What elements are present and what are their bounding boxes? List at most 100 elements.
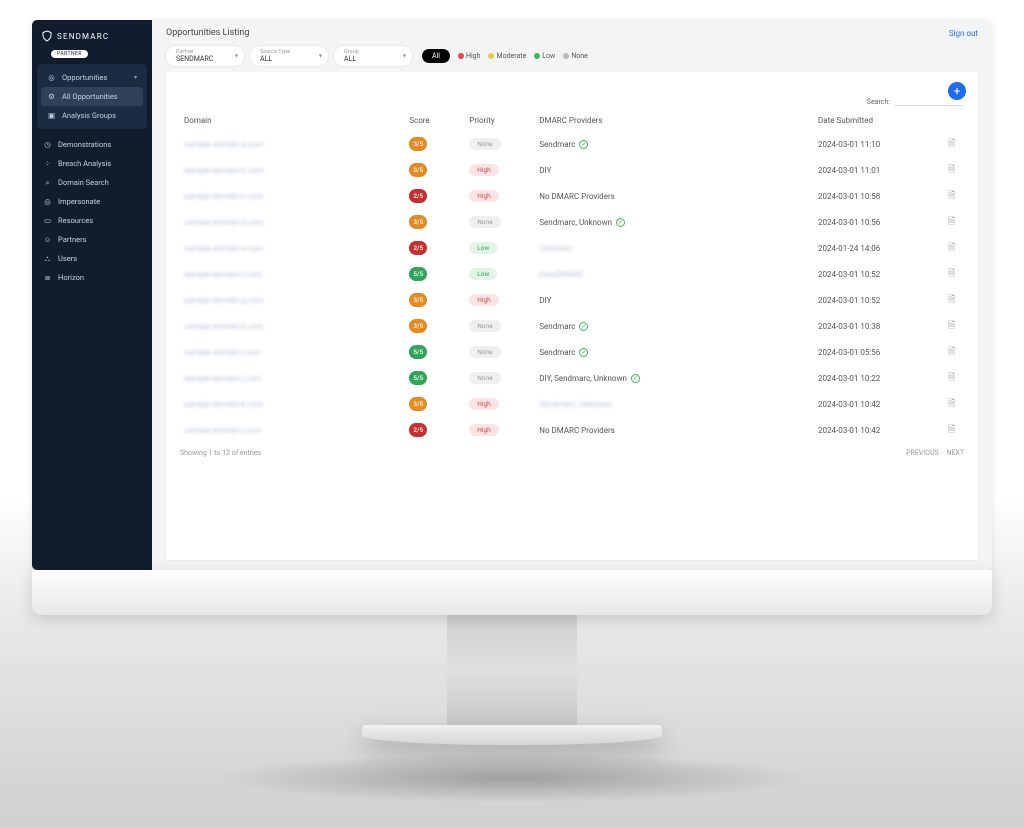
brand-name: SENDMARC	[57, 32, 109, 41]
provider-text: Sendmarc ✓	[539, 322, 588, 331]
filter-chip-high[interactable]: High	[458, 52, 480, 60]
document-icon[interactable]: 🗎	[944, 391, 964, 417]
provider-text: DIY, Sendmarc, Unknown ✓	[539, 374, 640, 383]
add-button[interactable]: +	[948, 82, 966, 100]
col-domain[interactable]: Domain	[180, 110, 405, 131]
date-cell: 2024-03-01 10:58	[814, 183, 944, 209]
chevron-down-icon: ▾	[134, 74, 137, 81]
nav-item-resources[interactable]: ▭Resources	[37, 211, 147, 230]
document-icon[interactable]: 🗎	[944, 209, 964, 235]
table-row[interactable]: sample-domain-g.com3/5HighDIY2024-03-01 …	[180, 287, 964, 313]
table-row[interactable]: sample-domain-f.com5/5LowEasyDMARC2024-0…	[180, 261, 964, 287]
document-icon[interactable]: 🗎	[944, 183, 964, 209]
filter-chip-all[interactable]: All	[422, 49, 450, 63]
smile-icon: ☺	[43, 235, 52, 244]
col-priority[interactable]: Priority	[465, 110, 535, 131]
nav-item-horizon[interactable]: ≣Horizon	[37, 268, 147, 287]
provider-text: Sendmarc ✓	[539, 140, 588, 149]
priority-badge: None	[469, 320, 500, 332]
priority-chips: All High Moderate Low None	[422, 49, 588, 63]
date-cell: 2024-03-01 10:56	[814, 209, 944, 235]
priority-badge: None	[469, 138, 500, 150]
monitor-shadow	[212, 753, 812, 803]
table-row[interactable]: sample-domain-a.com3/5NoneSendmarc ✓2024…	[180, 131, 964, 157]
filter-chip-none[interactable]: None	[563, 52, 588, 60]
document-icon[interactable]: 🗎	[944, 417, 964, 443]
document-icon[interactable]: 🗎	[944, 157, 964, 183]
source-type-dropdown[interactable]: Source Type ALL ▾	[250, 46, 328, 66]
table-row[interactable]: sample-domain-k.com3/5HighSendmarc, Unkn…	[180, 391, 964, 417]
table-row[interactable]: sample-domain-c.com2/5HighNo DMARC Provi…	[180, 183, 964, 209]
table-row[interactable]: sample-domain-e.com2/5LowUnknown2024-01-…	[180, 235, 964, 261]
dot-icon	[458, 53, 464, 59]
nav-label: Partners	[58, 235, 86, 244]
document-icon[interactable]: 🗎	[944, 287, 964, 313]
nav-item-analysis-groups[interactable]: ▣ Analysis Groups	[41, 106, 143, 125]
check-icon: ✓	[579, 322, 588, 331]
nav-item-users[interactable]: ⛬ Users	[37, 249, 147, 268]
table-row[interactable]: sample-domain-b.com3/5HighDIY2024-03-01 …	[180, 157, 964, 183]
score-badge: 5/5	[409, 371, 427, 385]
nav-item-demonstrations[interactable]: ◷Demonstrations	[37, 135, 147, 154]
prev-link[interactable]: PREVIOUS	[906, 449, 939, 457]
table-row[interactable]: sample-domain-j.com5/5NoneDIY, Sendmarc,…	[180, 365, 964, 391]
nav-item-domain-search[interactable]: ⌕Domain Search	[37, 173, 147, 192]
brand-badge: PARTNER	[51, 50, 88, 58]
nav-item-breach-analysis[interactable]: ⁘Breach Analysis	[37, 154, 147, 173]
table-row[interactable]: sample-domain-h.com3/5NoneSendmarc ✓2024…	[180, 313, 964, 339]
nav-item-partners[interactable]: ☺ Partners	[37, 230, 147, 249]
provider-text: DIY	[539, 296, 551, 305]
users-icon: ⛬	[43, 254, 52, 263]
search-wrap: Search:	[180, 98, 964, 106]
nav-label: Users	[58, 254, 77, 263]
filter-chip-moderate[interactable]: Moderate	[488, 52, 526, 60]
table-row[interactable]: sample-domain-i.com5/5NoneSendmarc ✓2024…	[180, 339, 964, 365]
col-date[interactable]: Date Submitted	[814, 110, 944, 131]
provider-blur: Sendmarc, Unknown	[539, 400, 612, 409]
monitor-frame: SENDMARC PARTNER ◎ Opportunities ▾ ⚙ All…	[32, 20, 992, 827]
partner-dropdown[interactable]: Partner SENDMARC ▾	[166, 46, 244, 66]
document-icon[interactable]: 🗎	[944, 235, 964, 261]
group-dropdown[interactable]: Group ALL ▾	[334, 46, 412, 66]
table-row[interactable]: sample-domain-l.com2/5HighNo DMARC Provi…	[180, 417, 964, 443]
target-icon: ◎	[43, 197, 52, 206]
main: Opportunities Listing Sign out Partner S…	[152, 20, 992, 570]
col-score[interactable]: Score	[405, 110, 465, 131]
check-icon: ✓	[579, 140, 588, 149]
app-screen: SENDMARC PARTNER ◎ Opportunities ▾ ⚙ All…	[32, 20, 992, 570]
document-icon[interactable]: 🗎	[944, 365, 964, 391]
table-footer: Showing 1 to 12 of entries PREVIOUS NEXT	[180, 443, 964, 459]
nav-item-opportunities[interactable]: ◎ Opportunities ▾	[41, 68, 143, 87]
key-icon: ⁘	[43, 159, 52, 168]
score-badge: 2/5	[409, 189, 427, 203]
nav-label: Domain Search	[58, 178, 109, 187]
domain-cell: sample-domain-j.com	[184, 374, 261, 383]
dot-icon	[534, 53, 540, 59]
next-link[interactable]: NEXT	[946, 449, 964, 457]
sign-out-link[interactable]: Sign out	[949, 29, 978, 38]
list-icon: ≣	[43, 273, 52, 282]
document-icon[interactable]: 🗎	[944, 313, 964, 339]
nav-item-all-opportunities[interactable]: ⚙ All Opportunities	[41, 87, 143, 106]
date-cell: 2024-03-01 10:52	[814, 287, 944, 313]
nav-label: All Opportunities	[62, 92, 118, 101]
gauge-icon: ◎	[47, 73, 56, 82]
brand-logo: SENDMARC	[37, 28, 147, 48]
monitor-bezel	[32, 570, 992, 615]
col-providers[interactable]: DMARC Providers	[535, 110, 814, 131]
filter-chip-low[interactable]: Low	[534, 52, 555, 60]
document-icon[interactable]: 🗎	[944, 339, 964, 365]
score-badge: 3/5	[409, 215, 427, 229]
table-row[interactable]: sample-domain-d.com3/5NoneSendmarc, Unkn…	[180, 209, 964, 235]
document-icon[interactable]: 🗎	[944, 261, 964, 287]
priority-badge: Low	[469, 268, 497, 280]
shield-icon	[41, 30, 53, 42]
nav-label: Analysis Groups	[62, 111, 116, 120]
priority-badge: High	[469, 294, 498, 306]
score-badge: 3/5	[409, 137, 427, 151]
date-cell: 2024-03-01 10:52	[814, 261, 944, 287]
score-badge: 3/5	[409, 293, 427, 307]
score-badge: 2/5	[409, 241, 427, 255]
nav-item-impersonate[interactable]: ◎Impersonate	[37, 192, 147, 211]
document-icon[interactable]: 🗎	[944, 131, 964, 157]
